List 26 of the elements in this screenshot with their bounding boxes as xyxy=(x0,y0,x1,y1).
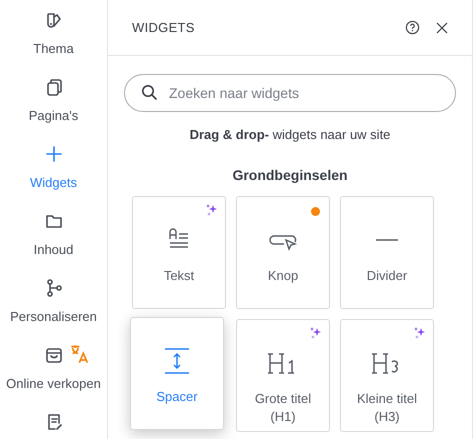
sidebar-item[interactable]: Widgets xyxy=(0,134,107,201)
widget-tile[interactable]: Knop xyxy=(236,196,330,308)
search-field[interactable]: Zoeken naar widgets xyxy=(124,74,456,112)
widget-tile[interactable]: Kleine titel (H3) xyxy=(340,318,434,432)
help-button[interactable] xyxy=(405,20,420,35)
close-button[interactable] xyxy=(436,22,448,34)
widget-tile[interactable]: Spacer xyxy=(130,316,224,430)
spacer-icon xyxy=(162,346,192,376)
section-title: Grondbeginselen xyxy=(231,166,349,185)
sidebar-item[interactable]: Online verkopen xyxy=(0,335,107,402)
plus-icon xyxy=(44,144,64,164)
widget-tile[interactable]: Grote titel (H1) xyxy=(236,318,330,432)
widget-tile[interactable]: Tekst xyxy=(132,196,226,308)
search-icon xyxy=(141,84,158,101)
panel-title: WIDGETS xyxy=(132,18,196,37)
widget-tile[interactable]: Divider xyxy=(340,196,434,308)
store-icon xyxy=(44,345,64,365)
sidebar-item[interactable]: Pagina's xyxy=(0,67,107,134)
line-icon xyxy=(376,238,398,240)
sidebar-item[interactable]: Personaliseren xyxy=(0,268,107,335)
translate-icon xyxy=(70,344,90,364)
sidebar-item[interactable]: Thema xyxy=(0,0,107,67)
sidebar-item[interactable]: Inhoud xyxy=(0,201,107,268)
help-icon xyxy=(405,20,420,35)
close-icon xyxy=(436,22,448,34)
hint-text: Drag & drop- widgets naar uw site xyxy=(188,126,392,144)
